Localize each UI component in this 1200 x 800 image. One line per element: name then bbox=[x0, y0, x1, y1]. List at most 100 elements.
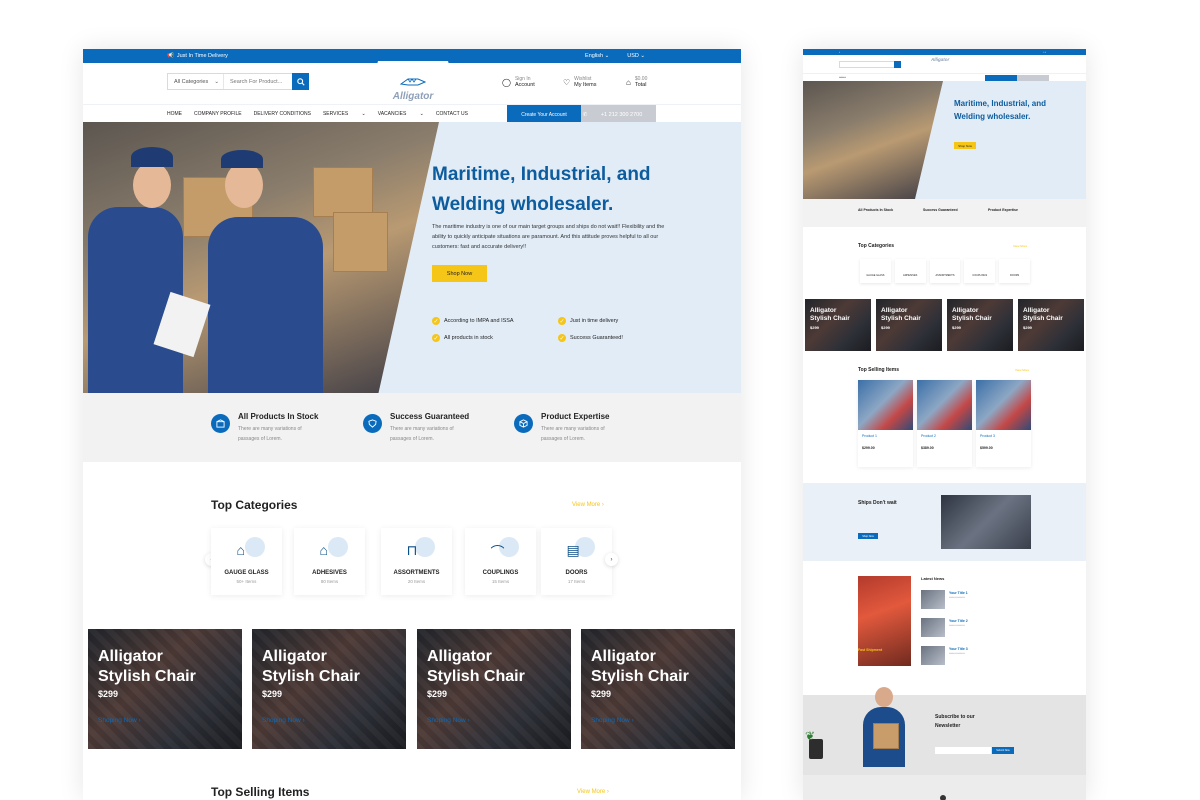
search-icon bbox=[296, 77, 305, 86]
latest-news-title: Latest News bbox=[921, 576, 945, 581]
map-pin-icon bbox=[940, 795, 946, 800]
hero-feature: ✓ According to IMPA and ISSA bbox=[432, 317, 514, 325]
header: All Categories ⌄ Alligator ◯ Sign InAcco… bbox=[83, 61, 741, 116]
mobile-header: Alligator bbox=[803, 55, 1086, 73]
nav-home[interactable]: HOME bbox=[167, 111, 182, 117]
feature-item: All Products In Stock There are many vari… bbox=[211, 412, 318, 444]
top-categories-title: Top Categories bbox=[211, 498, 298, 512]
shop-now-button[interactable]: Shop Now bbox=[432, 265, 487, 282]
desk-icon: ⊓ bbox=[406, 542, 418, 558]
category-card[interactable]: GAUGE GLASS bbox=[860, 259, 891, 283]
parcel-illustration bbox=[873, 723, 899, 749]
lamp-icon: ⌒ bbox=[490, 544, 505, 560]
top-bar: 📢 Just In Time Delivery English ⌄ USD ⌄ bbox=[83, 49, 741, 63]
shop-link[interactable]: Shoping Now › bbox=[98, 717, 141, 724]
armchair-icon: ⌂ bbox=[319, 542, 328, 558]
nav-vacancies[interactable]: VACANCIES ⌄ bbox=[378, 111, 424, 117]
product-card[interactable]: Product 2 $389.00 bbox=[917, 380, 972, 467]
language-select[interactable]: English ⌄ bbox=[585, 53, 609, 59]
product-card[interactable]: Product 3 $599.00 bbox=[976, 380, 1031, 467]
cube-icon bbox=[514, 414, 533, 433]
hero-feature: ✓ Just in time delivery bbox=[558, 317, 619, 325]
category-card[interactable]: ADHESIVES bbox=[894, 259, 926, 283]
view-more-link[interactable]: View More › bbox=[577, 789, 609, 795]
cart-link[interactable]: ⌂ $0.00 Total bbox=[626, 76, 647, 88]
newsletter-section: ❦ Subscribe to our Newsletter Submit Now bbox=[803, 687, 1086, 775]
currency-select[interactable]: USD ⌄ bbox=[627, 53, 645, 59]
promo-card[interactable]: Alligator Stylish Chair $299 Shoping Now … bbox=[581, 629, 735, 749]
newsletter-email-input[interactable] bbox=[935, 747, 991, 754]
hero-description: The maritime industry is one of our main… bbox=[432, 224, 665, 250]
mobile-top-selling-title: Top Selling Items bbox=[858, 367, 900, 373]
mobile-promo-card[interactable]: Alligator Stylish Chair $299 bbox=[805, 299, 871, 351]
mobile-hero-title: Maritime, Industrial, and Welding wholes… bbox=[954, 99, 1047, 121]
ships-image bbox=[941, 495, 1031, 549]
features-strip: All Products In Stock There are many vari… bbox=[83, 393, 741, 462]
chevron-down-icon: ⌄ bbox=[214, 78, 219, 85]
news-feature-image[interactable] bbox=[858, 576, 911, 666]
category-card[interactable]: ⌂ ADHESIVES 80 Items bbox=[294, 528, 365, 595]
nav-delivery-conditions[interactable]: DELIVERY CONDITIONS bbox=[254, 111, 311, 117]
category-card[interactable]: ⌒ COUPLINGS 15 Items bbox=[465, 528, 536, 595]
news-item[interactable]: Your Title 3 ▪▪▪▪▪▪▪▪▪▪▪▪▪▪▪▪▪▪ bbox=[921, 646, 1029, 666]
promo-card[interactable]: Alligator Stylish Chair $299 Shoping Now … bbox=[252, 629, 406, 749]
category-card[interactable]: ASSORTMENTS bbox=[929, 259, 961, 283]
sofa-icon: ⌂ bbox=[236, 542, 245, 558]
wishlist-link[interactable]: ♡ Wishlist My Items bbox=[563, 76, 596, 88]
heart-icon: ♡ bbox=[563, 77, 571, 87]
nav-company-profile[interactable]: COMPANY PROFILE bbox=[194, 111, 242, 117]
mobile-promo-card[interactable]: Alligator Stylish Chair $299 bbox=[1018, 299, 1084, 351]
category-card[interactable]: DOORS bbox=[999, 259, 1030, 283]
megaphone-icon: 📢 bbox=[167, 53, 174, 59]
category-card[interactable]: ⌂ GAUGE GLASS 50+ Items bbox=[211, 528, 282, 595]
search-icon[interactable] bbox=[894, 61, 901, 68]
delivery-text: Just In Time Delivery bbox=[176, 53, 228, 59]
check-icon: ✓ bbox=[432, 317, 440, 325]
view-more-link[interactable]: View More bbox=[1015, 368, 1029, 372]
nav-services[interactable]: SERVICES ⌄ bbox=[323, 111, 366, 117]
submit-button[interactable]: Submit Now bbox=[992, 747, 1014, 754]
promo-card[interactable]: Alligator Stylish Chair $299 Shoping Now … bbox=[88, 629, 242, 749]
view-more-link[interactable]: View More bbox=[1013, 244, 1027, 248]
mobile-features: All Products In Stock Success Guaranteed… bbox=[803, 199, 1086, 227]
logo-wordmark: Alligator bbox=[392, 90, 434, 102]
view-more-link[interactable]: View More › bbox=[572, 502, 604, 508]
cabinet-icon: ▤ bbox=[566, 542, 580, 558]
mobile-mockup: ▪ ▪ ▪ Alligator ▪▪▪▪▪▪▪▪ Maritime, Indust… bbox=[803, 49, 1086, 800]
news-item[interactable]: Your Title 1 ▪▪▪▪▪▪▪▪▪▪▪▪▪▪▪▪▪▪ bbox=[921, 590, 1029, 610]
news-item[interactable]: Your Title 2 ▪▪▪▪▪▪▪▪▪▪▪▪▪▪▪▪▪▪ bbox=[921, 618, 1029, 638]
next-arrow-icon[interactable]: › bbox=[605, 553, 618, 566]
news-section: Fast Shipment Latest News Your Title 1 ▪▪… bbox=[803, 576, 1086, 696]
nav-contact-us[interactable]: CONTACT US bbox=[436, 111, 468, 117]
ships-section: Ships Don't wait Shop Now bbox=[803, 483, 1086, 561]
category-card[interactable]: ⊓ ASSORTMENTS 20 Items bbox=[381, 528, 452, 595]
account-link[interactable]: ◯ Sign In Account bbox=[502, 76, 535, 88]
phone-icon: ✆ bbox=[582, 111, 589, 118]
category-card[interactable]: ▤ DOORS 17 Items bbox=[541, 528, 612, 595]
mobile-top-categories-title: Top Categories bbox=[858, 243, 895, 249]
shop-link[interactable]: Shoping Now › bbox=[262, 717, 305, 724]
shop-now-button[interactable]: Shop Now bbox=[954, 142, 976, 149]
mobile-nav: ▪▪▪▪▪▪▪▪ bbox=[803, 73, 1086, 81]
bag-icon: ⌂ bbox=[626, 77, 631, 87]
category-select[interactable]: All Categories ⌄ bbox=[168, 74, 224, 89]
box-icon bbox=[211, 414, 230, 433]
search-button[interactable] bbox=[292, 73, 309, 90]
mobile-category-row: GAUGE GLASS ADHESIVES ASSORTMENTS COUPLI… bbox=[860, 259, 1030, 283]
search-input[interactable] bbox=[224, 78, 294, 85]
category-card[interactable]: COUPLINGS bbox=[964, 259, 996, 283]
top-selling-title: Top Selling Items bbox=[211, 785, 310, 799]
check-icon: ✓ bbox=[558, 334, 566, 342]
hero-image bbox=[83, 122, 439, 393]
mobile-logo[interactable]: Alligator bbox=[931, 57, 949, 62]
mobile-promo-card[interactable]: Alligator Stylish Chair $299 bbox=[876, 299, 942, 351]
main-nav: HOME COMPANY PROFILE DELIVERY CONDITIONS… bbox=[83, 104, 741, 124]
product-card[interactable]: Product 1 $299.00 bbox=[858, 380, 913, 467]
shop-now-button[interactable]: Shop Now bbox=[858, 533, 878, 539]
shop-link[interactable]: Shoping Now › bbox=[591, 717, 634, 724]
shop-link[interactable]: Shoping Now › bbox=[427, 717, 470, 724]
hero-feature: ✓ All products in stock bbox=[432, 334, 493, 342]
user-icon: ◯ bbox=[502, 77, 511, 87]
mobile-promo-card[interactable]: Alligator Stylish Chair $299 bbox=[947, 299, 1013, 351]
promo-card[interactable]: Alligator Stylish Chair $299 Shoping Now … bbox=[417, 629, 571, 749]
